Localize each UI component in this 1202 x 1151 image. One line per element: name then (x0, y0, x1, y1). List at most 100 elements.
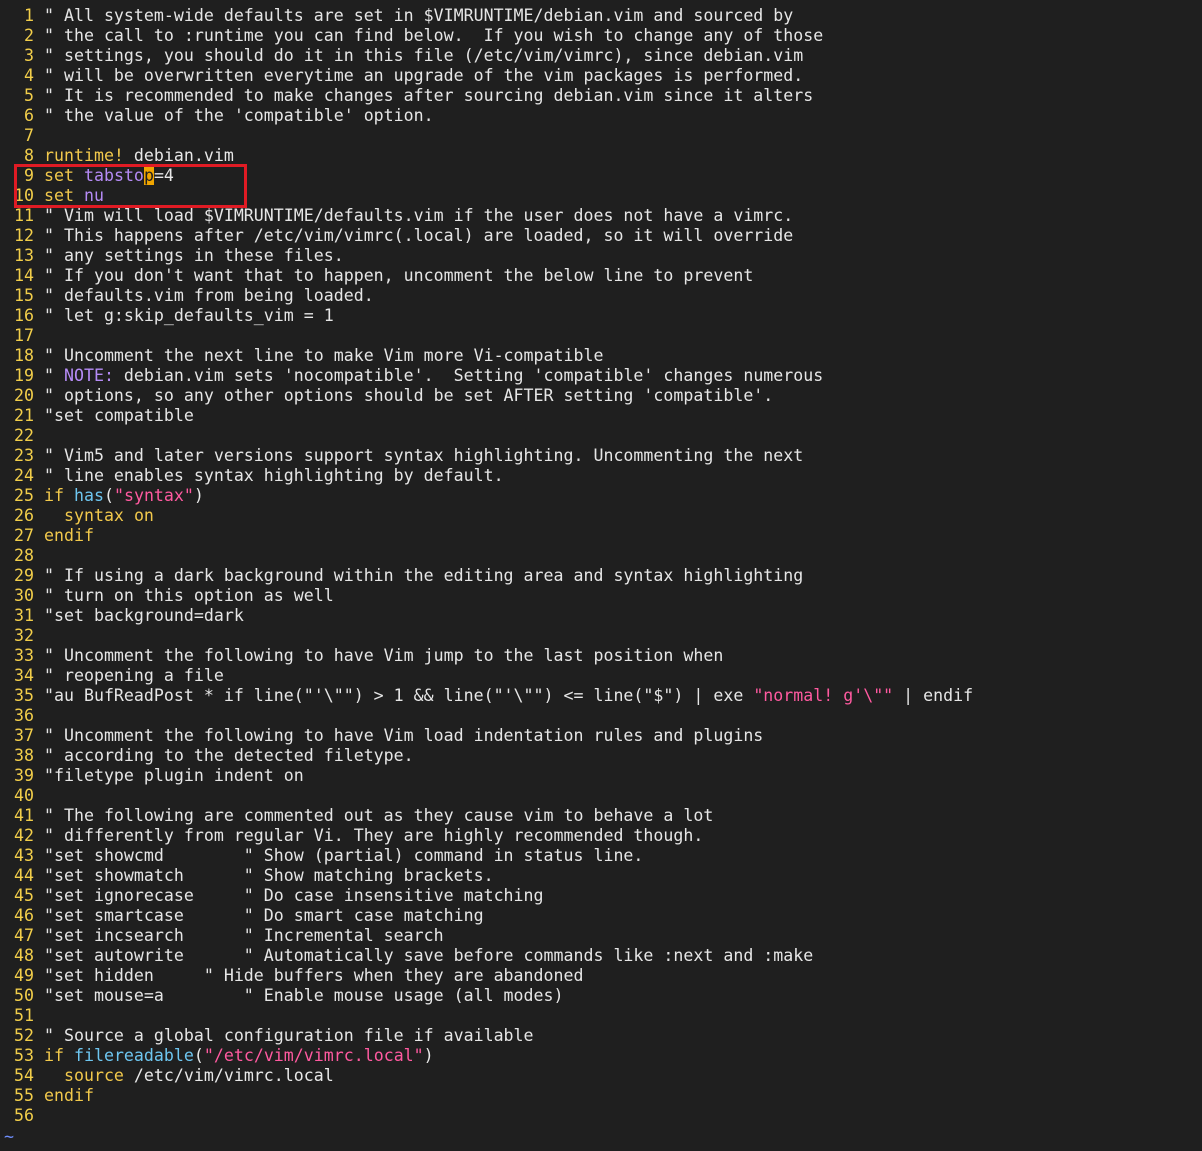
code-line[interactable]: 15 " defaults.vim from being loaded. (0, 286, 1202, 306)
token-str: "normal! g'\"" (753, 686, 894, 705)
code-line[interactable]: 51 (0, 1006, 1202, 1026)
line-content: " Uncomment the following to have Vim ju… (34, 646, 723, 666)
code-line[interactable]: 23 " Vim5 and later versions support synt… (0, 446, 1202, 466)
code-line[interactable]: 45 "set ignorecase " Do case insensitive … (0, 886, 1202, 906)
code-line[interactable]: 30 " turn on this option as well (0, 586, 1202, 606)
code-line[interactable]: 36 (0, 706, 1202, 726)
line-number: 18 (14, 346, 34, 365)
line-number: 26 (14, 506, 34, 525)
code-line[interactable]: 22 (0, 426, 1202, 446)
code-line[interactable]: 47 "set incsearch " Incremental search (0, 926, 1202, 946)
code-line[interactable]: 19 " NOTE: debian.vim sets 'nocompatible'… (0, 366, 1202, 386)
code-line[interactable]: 52 " Source a global configuration file i… (0, 1026, 1202, 1046)
line-number: 8 (24, 146, 34, 165)
code-line[interactable]: 35 "au BufReadPost * if line("'\"") > 1 &… (0, 686, 1202, 706)
code-line[interactable]: 16 " let g:skip_defaults_vim = 1 (0, 306, 1202, 326)
code-line[interactable]: 27 endif (0, 526, 1202, 546)
code-line[interactable]: 21 "set compatible (0, 406, 1202, 426)
line-content: " It is recommended to make changes afte… (34, 86, 813, 106)
line-content: " All system-wide defaults are set in $V… (34, 6, 793, 26)
token-comment: " turn on this option as well (44, 586, 334, 605)
code-line[interactable]: 10 set nu (0, 186, 1202, 206)
line-number: 24 (14, 466, 34, 485)
line-content: " defaults.vim from being loaded. (34, 286, 374, 306)
code-line[interactable]: 34 " reopening a file (0, 666, 1202, 686)
code-line[interactable]: 39 "filetype plugin indent on (0, 766, 1202, 786)
token-comment: "set showcmd " Show (partial) command in… (44, 846, 644, 865)
code-line[interactable]: 4 " will be overwritten everytime an upgr… (0, 66, 1202, 86)
token-comment: " differently from regular Vi. They are … (44, 826, 704, 845)
code-line[interactable]: 53 if filereadable("/etc/vim/vimrc.local"… (0, 1046, 1202, 1066)
token-comment: " Uncomment the next line to make Vim mo… (44, 346, 604, 365)
code-line[interactable]: 12 " This happens after /etc/vim/vimrc(.l… (0, 226, 1202, 246)
code-line[interactable]: 2 " the call to :runtime you can find bel… (0, 26, 1202, 46)
code-line[interactable]: 40 (0, 786, 1202, 806)
code-line[interactable]: 42 " differently from regular Vi. They ar… (0, 826, 1202, 846)
token-kw: source (63, 1066, 124, 1085)
code-line[interactable]: 9 set tabstop=4 (0, 166, 1202, 186)
token-comment: "set background=dark (44, 606, 244, 625)
code-line[interactable]: 20 " options, so any other options should… (0, 386, 1202, 406)
token-comment: " any settings in these files. (44, 246, 344, 265)
line-number: 20 (14, 386, 34, 405)
code-line[interactable]: 11 " Vim will load $VIMRUNTIME/defaults.v… (0, 206, 1202, 226)
code-line[interactable]: 49 "set hidden " Hide buffers when they a… (0, 966, 1202, 986)
token-fn: filereadable (73, 1046, 194, 1065)
token-comment: " Vim5 and later versions support syntax… (44, 446, 804, 465)
code-line[interactable]: 17 (0, 326, 1202, 346)
code-line[interactable]: 28 (0, 546, 1202, 566)
code-line[interactable]: 24 " line enables syntax highlighting by … (0, 466, 1202, 486)
token-plain: ( (103, 486, 114, 505)
code-line[interactable]: 32 (0, 626, 1202, 646)
code-line[interactable]: 7 (0, 126, 1202, 146)
code-line[interactable]: 29 " If using a dark background within th… (0, 566, 1202, 586)
vim-editor[interactable]: 1 " All system-wide defaults are set in $… (0, 0, 1202, 1151)
token-comment: "set ignorecase " Do case insensitive ma… (44, 886, 544, 905)
token-plain: debian.vim (123, 146, 234, 165)
line-number: 15 (14, 286, 34, 305)
code-line[interactable]: 3 " settings, you should do it in this fi… (0, 46, 1202, 66)
token-comment: " (44, 366, 64, 385)
code-line[interactable]: 46 "set smartcase " Do smart case matchin… (0, 906, 1202, 926)
code-line[interactable]: 18 " Uncomment the next line to make Vim … (0, 346, 1202, 366)
code-line[interactable]: 8 runtime! debian.vim (0, 146, 1202, 166)
line-content: " differently from regular Vi. They are … (34, 826, 703, 846)
code-line[interactable]: 26 syntax on (0, 506, 1202, 526)
code-line[interactable]: 6 " the value of the 'compatible' option. (0, 106, 1202, 126)
token-comment: " Vim will load $VIMRUNTIME/defaults.vim… (44, 206, 794, 225)
code-line[interactable]: 14 " If you don't want that to happen, un… (0, 266, 1202, 286)
code-line[interactable]: 33 " Uncomment the following to have Vim … (0, 646, 1202, 666)
code-line[interactable]: 5 " It is recommended to make changes aft… (0, 86, 1202, 106)
token-opt: tabsto (83, 166, 144, 185)
line-number: 52 (14, 1026, 34, 1045)
code-line[interactable]: 25 if has("syntax") (0, 486, 1202, 506)
line-number: 22 (14, 426, 34, 445)
code-line[interactable]: 43 "set showcmd " Show (partial) command … (0, 846, 1202, 866)
code-line[interactable]: 44 "set showmatch " Show matching bracket… (0, 866, 1202, 886)
code-line[interactable]: 41 " The following are commented out as t… (0, 806, 1202, 826)
line-content: " the value of the 'compatible' option. (34, 106, 434, 126)
line-content: "set autowrite " Automatically save befo… (34, 946, 813, 966)
code-line[interactable]: 50 "set mouse=a " Enable mouse usage (all… (0, 986, 1202, 1006)
line-number: 42 (14, 826, 34, 845)
token-kw: endif (44, 526, 94, 545)
editor-buffer[interactable]: 1 " All system-wide defaults are set in $… (0, 6, 1202, 1126)
code-line[interactable]: 1 " All system-wide defaults are set in $… (0, 6, 1202, 26)
code-line[interactable]: 37 " Uncomment the following to have Vim … (0, 726, 1202, 746)
code-line[interactable]: 54 source /etc/vim/vimrc.local (0, 1066, 1202, 1086)
code-line[interactable]: 38 " according to the detected filetype. (0, 746, 1202, 766)
line-content: " Vim5 and later versions support syntax… (34, 446, 803, 466)
line-content: "set showcmd " Show (partial) command in… (34, 846, 643, 866)
code-line[interactable]: 48 "set autowrite " Automatically save be… (0, 946, 1202, 966)
code-line[interactable]: 56 (0, 1106, 1202, 1126)
line-number: 47 (14, 926, 34, 945)
line-content: " Vim will load $VIMRUNTIME/defaults.vim… (34, 206, 793, 226)
code-line[interactable]: 31 "set background=dark (0, 606, 1202, 626)
token-kw: if (44, 486, 64, 505)
line-content: "au BufReadPost * if line("'\"") > 1 && … (34, 686, 973, 706)
code-line[interactable]: 55 endif (0, 1086, 1202, 1106)
code-line[interactable]: 13 " any settings in these files. (0, 246, 1202, 266)
line-number: 3 (24, 46, 34, 65)
